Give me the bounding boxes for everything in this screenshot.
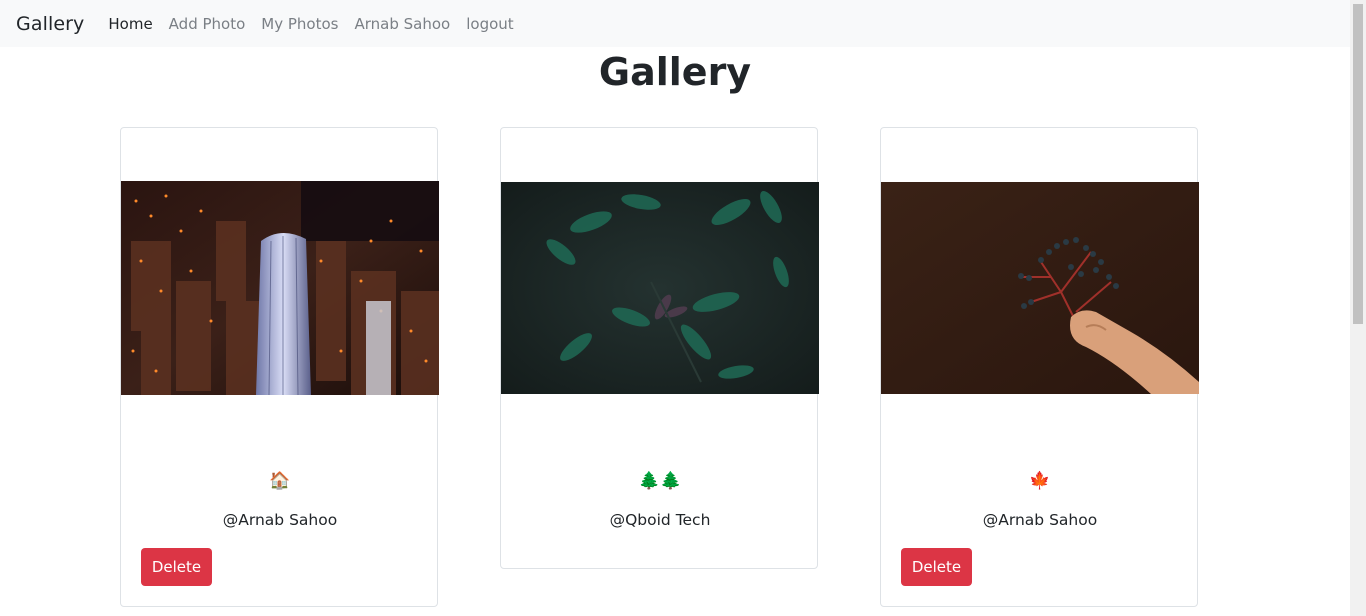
navbar-brand[interactable]: Gallery — [16, 13, 84, 35]
nav-link-logout[interactable]: logout — [466, 15, 513, 33]
nav-link-add-photo[interactable]: Add Photo — [169, 15, 246, 33]
nav-link-my-photos[interactable]: My Photos — [261, 15, 338, 33]
scrollbar-thumb[interactable] — [1353, 4, 1363, 324]
photo-city-image — [121, 181, 439, 395]
photo-card: 🏠 @Arnab Sahoo Delete — [120, 127, 439, 607]
card-author[interactable]: @Qboid Tech — [501, 511, 819, 529]
photo-leaves-image — [501, 182, 819, 394]
card-emoji: 🏠 — [269, 471, 291, 491]
nav-links: Home Add Photo My Photos Arnab Sahoo log… — [108, 15, 529, 33]
top-navbar: Gallery Home Add Photo My Photos Arnab S… — [0, 0, 1350, 47]
nav-link-home[interactable]: Home — [108, 15, 152, 33]
delete-button[interactable]: Delete — [901, 548, 972, 586]
photo-card: 🍁 @Arnab Sahoo Delete — [880, 127, 1199, 607]
page-title: Gallery — [598, 50, 752, 94]
photo-card: 🌲🌲 @Qboid Tech — [500, 127, 819, 569]
card-author[interactable]: @Arnab Sahoo — [881, 511, 1199, 529]
card-emoji: 🌲🌲 — [638, 471, 682, 491]
vertical-scrollbar[interactable] — [1350, 0, 1366, 616]
nav-link-user-profile[interactable]: Arnab Sahoo — [354, 15, 450, 33]
delete-button[interactable]: Delete — [141, 548, 212, 586]
card-emoji: 🍁 — [1029, 471, 1051, 491]
card-author[interactable]: @Arnab Sahoo — [121, 511, 439, 529]
photo-berries-image — [881, 182, 1199, 394]
